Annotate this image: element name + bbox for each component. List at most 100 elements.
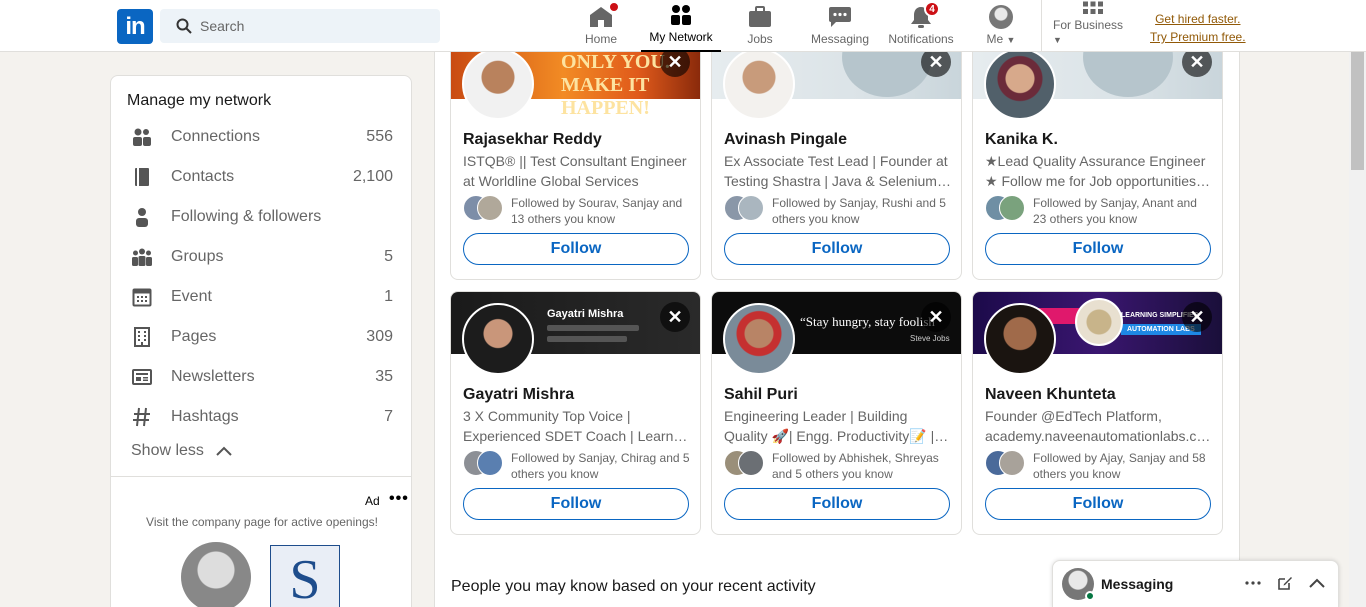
person-headline: Founder @EdTech Platform, academy.naveena…: [985, 408, 1211, 444]
more-options-icon[interactable]: [1243, 573, 1263, 593]
mutual-connections: Followed by Sanjay, Chirag and 5 others y…: [463, 450, 691, 482]
sidebar-item-count: 556: [366, 128, 393, 145]
nav-me[interactable]: Me ▼: [981, 0, 1021, 52]
messaging-dock[interactable]: Messaging: [1052, 560, 1339, 607]
sidebar-item-count: 309: [366, 328, 393, 345]
ad-company-logo[interactable]: S: [270, 545, 340, 607]
search-box[interactable]: [160, 9, 440, 43]
chevron-up-icon: [216, 446, 232, 456]
follow-button[interactable]: Follow: [463, 488, 689, 520]
dismiss-close-icon[interactable]: ✕: [921, 302, 951, 332]
follow-button[interactable]: Follow: [463, 233, 689, 265]
person-headline: Engineering Leader | Building Quality 🚀| …: [724, 408, 949, 444]
search-input[interactable]: [200, 18, 420, 34]
sidebar-item-hashtags[interactable]: Hashtags 7: [131, 397, 393, 437]
sidebar-item-label: Newsletters: [171, 368, 255, 385]
sidebar-item-pages[interactable]: Pages 309: [131, 317, 393, 357]
profile-avatar[interactable]: [462, 303, 534, 375]
follow-button[interactable]: Follow: [724, 488, 950, 520]
show-less-label: Show less: [131, 442, 204, 459]
person-name[interactable]: Gayatri Mishra: [463, 386, 574, 404]
bell-icon: 4: [908, 1, 940, 29]
apps-grid-icon: [1080, 0, 1106, 15]
person-card: ONLY YOU. MAKE IT HAPPEN! ✕ Rajasekhar R…: [450, 36, 701, 280]
person-card: “Stay hungry, stay foolish Steve Jobs ✕ …: [711, 291, 962, 535]
follow-button[interactable]: Follow: [724, 233, 950, 265]
premium-link-line1[interactable]: Get hired faster.: [1150, 10, 1246, 28]
mutual-text: Followed by Sourav, Sanjay and 13 others …: [511, 196, 683, 226]
person-name[interactable]: Kanika K.: [985, 131, 1058, 149]
sidebar-item-label: Contacts: [171, 168, 235, 185]
sidebar-item-connections[interactable]: Connections 556: [131, 117, 393, 157]
ad-text: Visit the company page for active openin…: [146, 515, 378, 529]
ad-label: Ad: [365, 494, 380, 508]
nav-jobs[interactable]: Jobs: [741, 0, 779, 52]
scrollbar-thumb[interactable]: [1351, 52, 1364, 170]
scrollbar[interactable]: [1349, 52, 1366, 607]
person-name[interactable]: Avinash Pingale: [724, 131, 847, 149]
show-less-toggle[interactable]: Show less: [131, 442, 232, 460]
sidebar-item-contacts[interactable]: Contacts 2,100: [131, 157, 393, 197]
nav-home[interactable]: Home: [582, 0, 620, 52]
profile-avatar[interactable]: [462, 48, 534, 120]
person-headline: ★Lead Quality Assurance Engineer ★ Follow…: [985, 153, 1210, 189]
sidebar-item-newsletters[interactable]: Newsletters 35: [131, 357, 393, 397]
follow-button[interactable]: Follow: [985, 488, 1211, 520]
dismiss-close-icon[interactable]: ✕: [1182, 302, 1212, 332]
profile-avatar[interactable]: [723, 48, 795, 120]
sidebar-item-count: 35: [375, 368, 393, 385]
home-icon: [588, 1, 620, 29]
nav-for-business-label: For Business ▼: [1053, 18, 1124, 45]
person-headline: ISTQB® || Test Consultant Engineer at Wor…: [463, 153, 687, 189]
banner-subtext: Steve Jobs: [910, 334, 950, 343]
mutual-text: Followed by Sanjay, Rushi and 5 others yo…: [772, 196, 946, 226]
briefcase-icon: [747, 5, 773, 29]
nav-notifications[interactable]: 4 Notifications: [886, 0, 956, 52]
person-name[interactable]: Sahil Puri: [724, 386, 798, 404]
profile-avatar[interactable]: [984, 303, 1056, 375]
connections-icon: [131, 126, 153, 148]
nav-for-business[interactable]: For Business ▼: [1053, 0, 1133, 52]
profile-avatar[interactable]: [984, 48, 1056, 120]
sidebar-item-groups[interactable]: Groups 5: [131, 237, 393, 277]
search-icon: [176, 18, 192, 34]
person-headline: 3 X Community Top Voice | Experienced SDE…: [463, 408, 691, 444]
chevron-up-icon[interactable]: [1307, 573, 1327, 593]
messaging-icon: [827, 5, 853, 29]
sidebar-item-event[interactable]: Event 1: [131, 277, 393, 317]
nav-my-network[interactable]: My Network: [641, 0, 721, 52]
nav-messaging[interactable]: Messaging: [808, 0, 872, 52]
person-card: ✕ Kanika K. ★Lead Quality Assurance Engi…: [972, 36, 1223, 280]
person-name[interactable]: Naveen Khunteta: [985, 386, 1116, 404]
messaging-title: Messaging: [1101, 576, 1174, 592]
nav-home-label: Home: [584, 32, 617, 46]
sidebar-item-count: 5: [384, 248, 393, 265]
more-options-icon[interactable]: •••: [389, 490, 409, 508]
sidebar-item-label: Following & followers: [171, 208, 322, 225]
mutual-avatars: [463, 450, 505, 480]
person-headline: Ex Associate Test Lead | Founder at Testi…: [724, 153, 951, 189]
mutual-connections: Followed by Sanjay, Anant and 23 others y…: [985, 195, 1213, 227]
mutual-text: Followed by Ajay, Sanjay and 58 others yo…: [1033, 451, 1206, 481]
banner-text: Gayatri Mishra: [547, 308, 624, 320]
sidebar-item-following[interactable]: Following & followers: [131, 197, 393, 237]
hashtag-icon: [131, 406, 153, 428]
nav-jobs-label: Jobs: [747, 32, 773, 46]
compose-icon[interactable]: [1275, 573, 1295, 593]
nav-messaging-label: Messaging: [810, 32, 870, 46]
section-title: People you may know based on your recent…: [451, 578, 816, 595]
linkedin-logo[interactable]: in: [117, 9, 153, 44]
premium-link-line2[interactable]: Try Premium free.: [1150, 28, 1246, 46]
manage-network-title: Manage my network: [127, 92, 272, 109]
follow-button[interactable]: Follow: [985, 233, 1211, 265]
profile-avatar[interactable]: [723, 303, 795, 375]
notifications-count-badge: 4: [924, 1, 940, 17]
dismiss-close-icon[interactable]: ✕: [660, 302, 690, 332]
person-name[interactable]: Rajasekhar Reddy: [463, 131, 602, 149]
person-card: Gayatri Mishra ✕ Gayatri Mishra 3 X Comm…: [450, 291, 701, 535]
divider: [111, 476, 411, 477]
banner-text: “Stay hungry, stay foolish: [800, 314, 935, 329]
mutual-connections: Followed by Sanjay, Rushi and 5 others yo…: [724, 195, 952, 227]
sidebar-item-label: Hashtags: [171, 408, 239, 425]
nav-me-label: Me ▼: [986, 32, 1016, 46]
